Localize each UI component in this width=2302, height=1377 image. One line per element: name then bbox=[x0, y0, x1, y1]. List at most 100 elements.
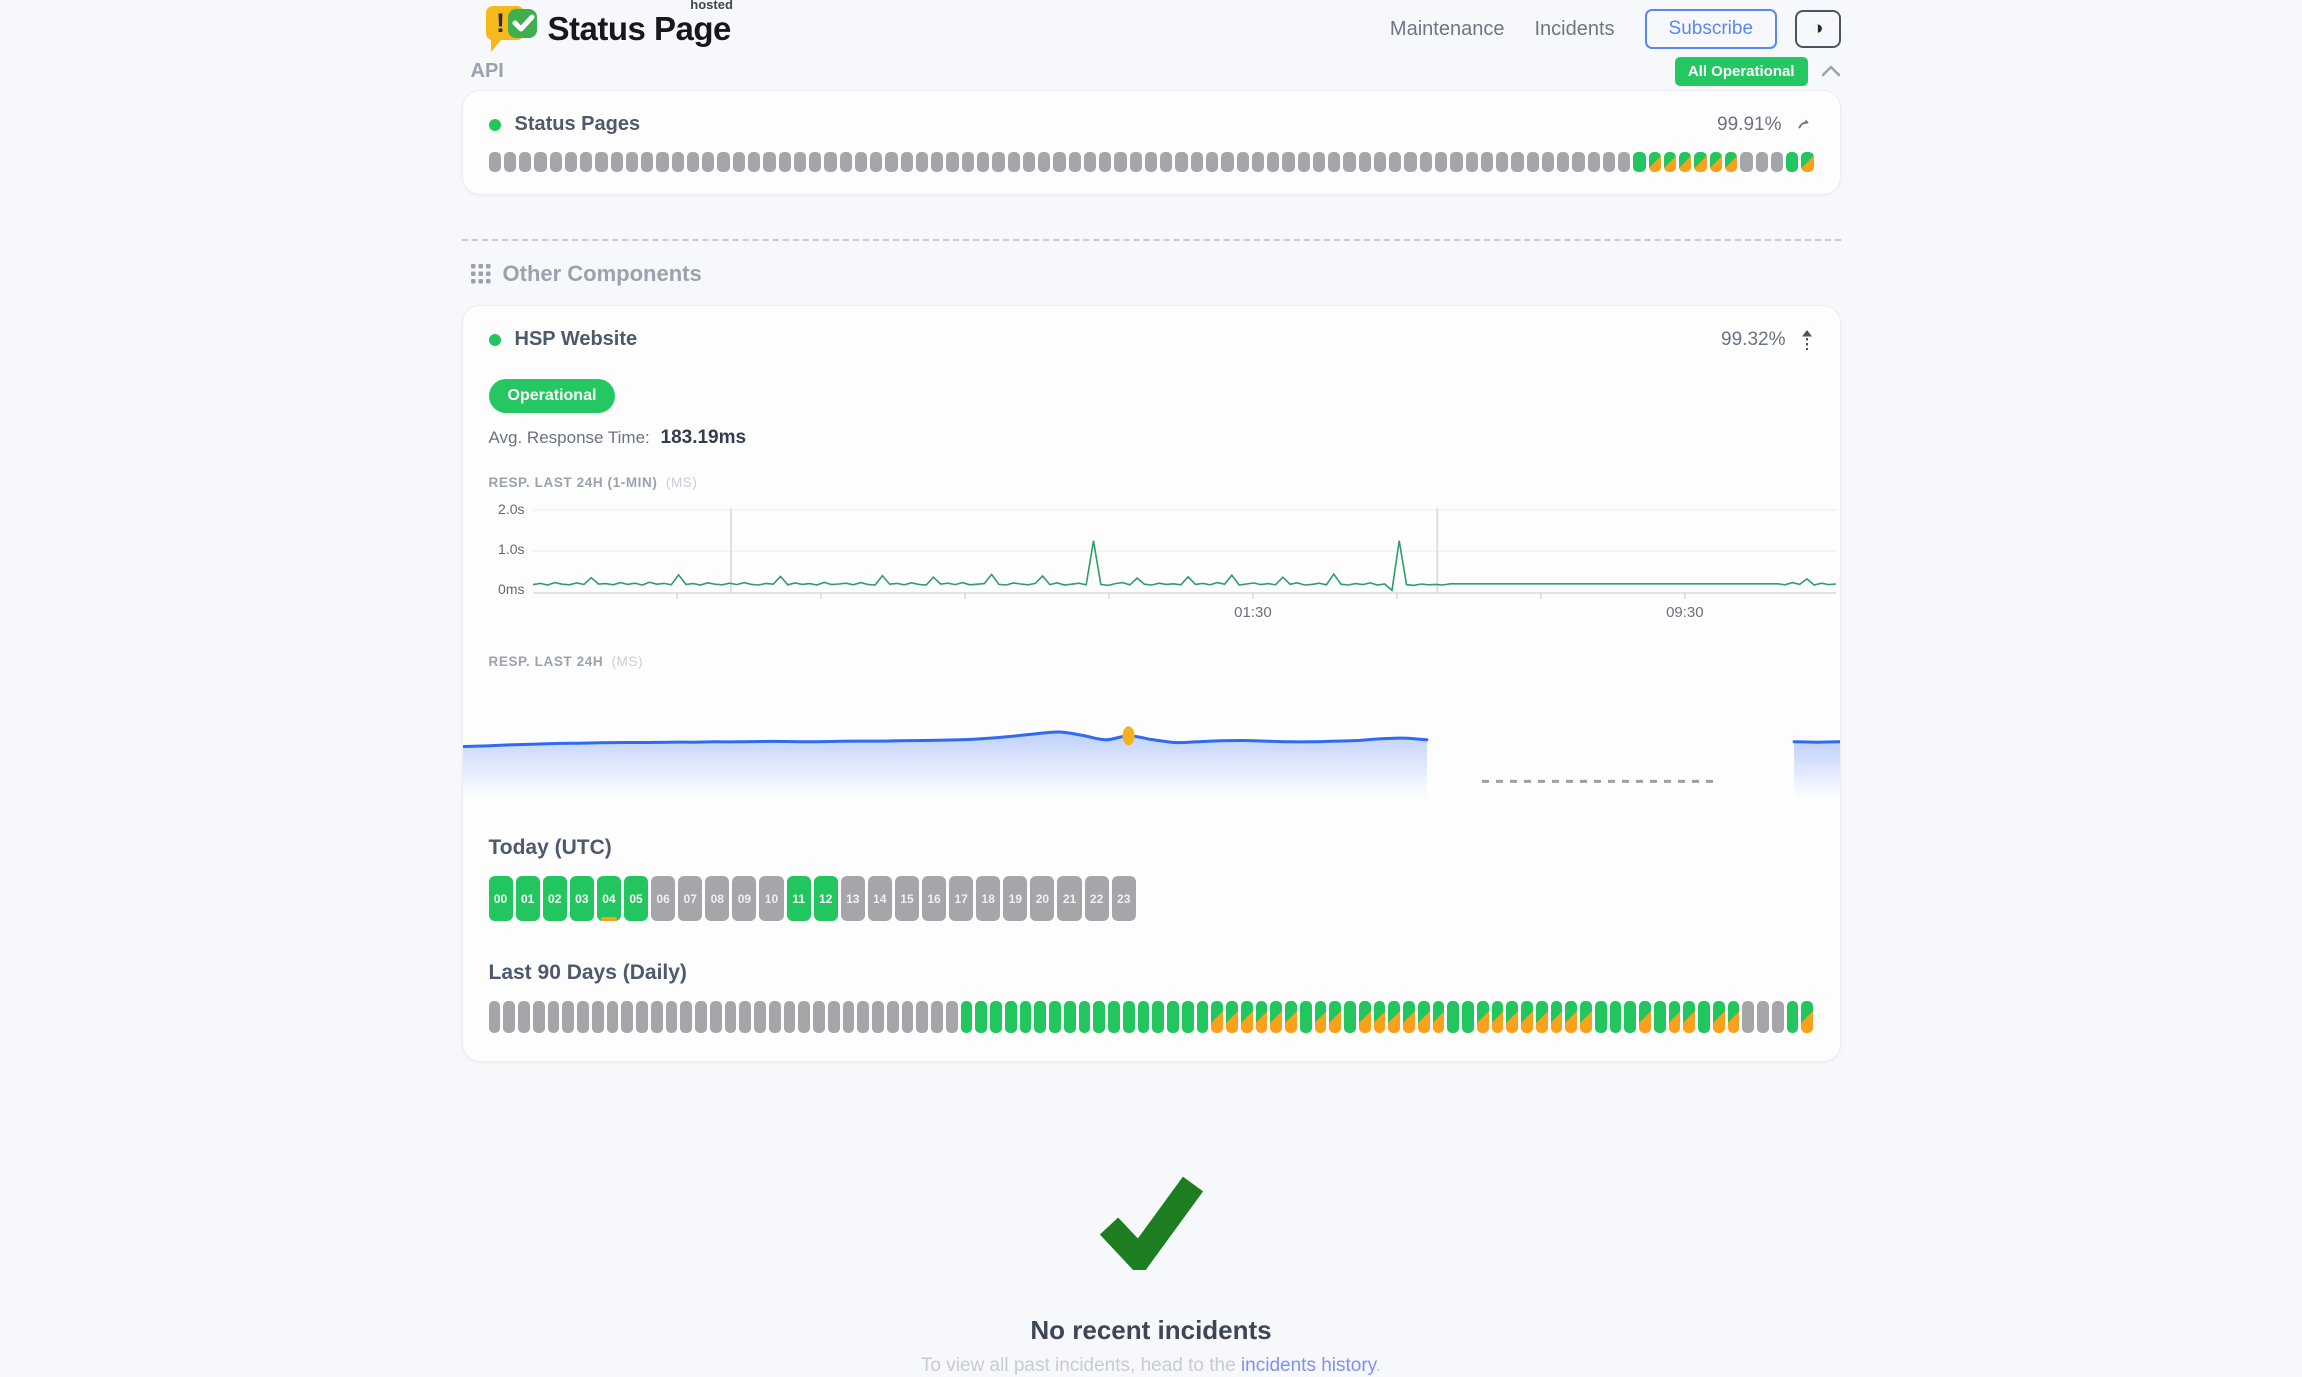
uptime-cell bbox=[1683, 1001, 1695, 1033]
hour-cell: 08 bbox=[705, 876, 729, 921]
uptime-cell bbox=[562, 1001, 574, 1033]
uptime-cell bbox=[1551, 1001, 1563, 1033]
no-incidents-title: No recent incidents bbox=[462, 1315, 1841, 1346]
uptime-cell bbox=[977, 152, 989, 172]
uptime-cell bbox=[607, 1001, 619, 1033]
chevron-up-icon[interactable] bbox=[1821, 65, 1841, 77]
uptime-cell bbox=[916, 1001, 928, 1033]
uptime-cell bbox=[1698, 1001, 1710, 1033]
uptime-cell bbox=[1565, 1001, 1577, 1033]
marker-dot bbox=[1122, 726, 1134, 745]
svg-text:01:30: 01:30 bbox=[1234, 604, 1272, 621]
uptime-cell bbox=[1639, 1001, 1651, 1033]
refresh-icon[interactable] bbox=[1796, 116, 1814, 134]
status-badge[interactable]: All Operational bbox=[1675, 57, 1808, 86]
hsp-website-card: HSP Website 99.32% Operational Avg. Resp… bbox=[462, 305, 1841, 1062]
other-components-title: Other Components bbox=[503, 261, 702, 287]
uptime-cell bbox=[1359, 1001, 1371, 1033]
uptime-cell bbox=[1466, 152, 1478, 172]
uptime-cell bbox=[1624, 1001, 1636, 1033]
nav-maintenance[interactable]: Maintenance bbox=[1390, 18, 1505, 41]
uptime-cell bbox=[1710, 152, 1722, 172]
uptime-cell bbox=[1064, 1001, 1076, 1033]
uptime-cell bbox=[843, 1001, 855, 1033]
uptime-cell bbox=[748, 152, 760, 172]
uptime-cell bbox=[534, 152, 546, 172]
uptime-cell bbox=[824, 152, 836, 172]
check-icon bbox=[1095, 1174, 1207, 1270]
uptime-cell bbox=[641, 152, 653, 172]
hour-cell: 10 bbox=[759, 876, 783, 921]
collapse-up-icon[interactable] bbox=[1800, 329, 1814, 351]
uptime-cell bbox=[1038, 152, 1050, 172]
uptime-cell bbox=[1237, 152, 1249, 172]
uptime-cell bbox=[798, 1001, 810, 1033]
response-area-chart bbox=[463, 685, 1840, 800]
uptime-cell bbox=[1694, 152, 1706, 172]
uptime-cell bbox=[1633, 152, 1645, 172]
api-section-header: API All Operational bbox=[462, 56, 1841, 86]
uptime-cell bbox=[565, 152, 577, 172]
uptime-cell bbox=[518, 1001, 530, 1033]
contrast-icon: ◑ bbox=[1812, 18, 1823, 39]
uptime-cell bbox=[577, 1001, 589, 1033]
uptime-cell bbox=[1772, 1001, 1784, 1033]
api-section-title: API bbox=[471, 60, 504, 83]
uptime-cell bbox=[656, 152, 668, 172]
uptime-cell bbox=[580, 152, 592, 172]
uptime-cell bbox=[1450, 152, 1462, 172]
uptime-cell bbox=[754, 1001, 766, 1033]
uptime-cell bbox=[651, 1001, 663, 1033]
uptime-cell bbox=[519, 152, 531, 172]
chart1-label: RESP. LAST 24H (1-MIN) (MS) bbox=[489, 475, 1814, 490]
uptime-cell bbox=[1344, 1001, 1356, 1033]
incidents-history-link[interactable]: incidents history bbox=[1241, 1355, 1376, 1376]
status-dot bbox=[489, 334, 501, 346]
uptime-cell bbox=[1267, 152, 1279, 172]
avg-response-label: Avg. Response Time: bbox=[489, 428, 650, 447]
uptime-cell bbox=[680, 1001, 692, 1033]
hour-cell: 12 bbox=[814, 876, 838, 921]
uptime-cell bbox=[931, 1001, 943, 1033]
uptime-cell bbox=[1329, 1001, 1341, 1033]
uptime-cell bbox=[1359, 152, 1371, 172]
uptime-cell bbox=[946, 1001, 958, 1033]
hour-cell: 17 bbox=[949, 876, 973, 921]
uptime-cell bbox=[1282, 152, 1294, 172]
uptime-cell bbox=[1580, 1001, 1592, 1033]
nav-incidents[interactable]: Incidents bbox=[1534, 18, 1614, 41]
hour-cell: 16 bbox=[922, 876, 946, 921]
hour-cell: 13 bbox=[841, 876, 865, 921]
uptime-cell bbox=[1511, 152, 1523, 172]
uptime-cell bbox=[1801, 1001, 1813, 1033]
main-nav: Maintenance Incidents Subscribe ◑ bbox=[1390, 9, 1841, 49]
uptime-cell bbox=[872, 1001, 884, 1033]
uptime-cell bbox=[666, 1001, 678, 1033]
hour-cell: 21 bbox=[1057, 876, 1081, 921]
uptime-cell bbox=[1728, 1001, 1740, 1033]
hour-cell: 07 bbox=[678, 876, 702, 921]
uptime-cell bbox=[1669, 1001, 1681, 1033]
brand-logo[interactable]: ! Status Page hosted bbox=[484, 4, 731, 54]
subscribe-button[interactable]: Subscribe bbox=[1645, 9, 1778, 49]
uptime-cell bbox=[1256, 1001, 1268, 1033]
brand-hosted-tag: hosted bbox=[690, 0, 733, 12]
uptime-cell bbox=[1801, 152, 1813, 172]
theme-toggle-button[interactable]: ◑ bbox=[1795, 10, 1840, 49]
uptime-cell bbox=[1145, 152, 1157, 172]
uptime-cell bbox=[1435, 152, 1447, 172]
uptime-cell bbox=[1343, 152, 1355, 172]
hour-cell: 23 bbox=[1112, 876, 1136, 921]
uptime-cell bbox=[702, 152, 714, 172]
uptime-cell bbox=[1374, 152, 1386, 172]
uptime-cell bbox=[1211, 1001, 1223, 1033]
uptime-cell bbox=[1175, 152, 1187, 172]
uptime-cell bbox=[990, 1001, 1002, 1033]
uptime-cell bbox=[1389, 152, 1401, 172]
uptime-cell bbox=[784, 1001, 796, 1033]
chart2-unit: (MS) bbox=[612, 654, 644, 669]
uptime-cell bbox=[1020, 1001, 1032, 1033]
uptime-cell bbox=[1477, 1001, 1489, 1033]
uptime-cell bbox=[1206, 152, 1218, 172]
uptime-cell bbox=[1433, 1001, 1445, 1033]
